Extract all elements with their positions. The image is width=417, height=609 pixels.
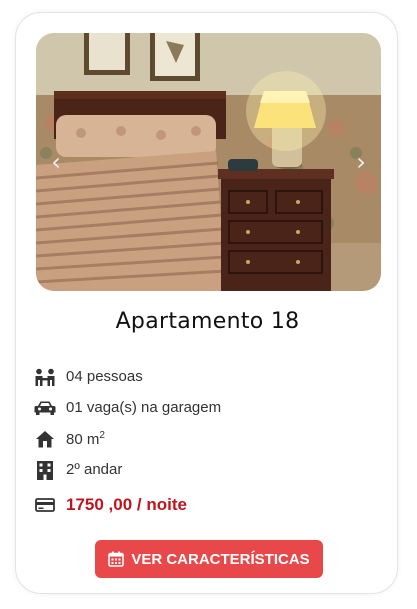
people-icon (34, 366, 56, 388)
apartment-title: Apartamento 18 (115, 309, 300, 334)
apartment-card: ‹ › Apartamento 18 04 pessoas 01 vaga(s)… (15, 12, 398, 594)
calendar-icon (108, 551, 125, 567)
feature-parking-text: 01 vaga(s) na garagem (66, 399, 222, 416)
view-features-label: VER CARACTERÍSTICAS (131, 550, 310, 568)
feature-area: 80 m2 (34, 423, 374, 454)
feature-people-text: 04 pessoas (66, 368, 143, 385)
feature-floor: 2º andar (34, 454, 374, 485)
feature-price: 1750 ,00 / noite (34, 489, 374, 520)
feature-floor-text: 2º andar (66, 461, 123, 478)
price-text: 1750 ,00 / noite (66, 494, 187, 514)
apartment-photo[interactable]: ‹ › (36, 33, 381, 291)
credit-card-icon (34, 494, 56, 516)
feature-people: 04 pessoas (34, 361, 374, 392)
carousel-next-icon[interactable]: › (351, 149, 371, 175)
building-icon (34, 459, 56, 481)
car-icon (34, 397, 56, 419)
feature-list: 04 pessoas 01 vaga(s) na garagem 80 m2 2… (34, 361, 374, 520)
bedroom-image (36, 33, 381, 291)
home-icon (34, 428, 56, 450)
feature-area-text: 80 m2 (66, 429, 105, 448)
view-features-button[interactable]: VER CARACTERÍSTICAS (95, 540, 323, 578)
carousel-prev-icon[interactable]: ‹ (46, 149, 66, 175)
feature-parking: 01 vaga(s) na garagem (34, 392, 374, 423)
